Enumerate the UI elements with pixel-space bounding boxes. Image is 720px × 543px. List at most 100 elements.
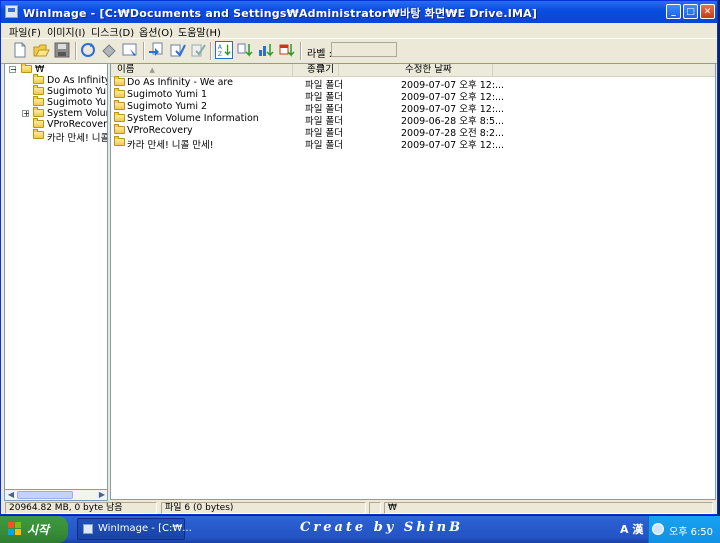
- extract-icon[interactable]: [147, 41, 165, 59]
- windows-logo-icon: [8, 522, 22, 536]
- scroll-left-icon[interactable]: ◀: [6, 490, 16, 500]
- menu-disk[interactable]: 디스크(D): [91, 24, 134, 39]
- svg-text:A: A: [218, 44, 223, 51]
- toolbar-separator: [300, 42, 302, 60]
- ime-indicator[interactable]: A 漢: [620, 521, 643, 537]
- tree-item-label: Do As Infinity - We are: [47, 75, 108, 86]
- system-tray: 오후 6:50: [648, 516, 720, 543]
- collapse-icon[interactable]: −: [9, 66, 17, 74]
- folder-tree[interactable]: − ₩ Do As Infinity - We are Sugimoto Yum…: [4, 63, 108, 500]
- window-title: WinImage - [C:₩Documents and Settings₩Ad…: [23, 7, 538, 20]
- save-icon[interactable]: [53, 41, 71, 59]
- folder-icon: [33, 107, 44, 117]
- winimage-window: WinImage - [C:₩Documents and Settings₩Ad…: [0, 0, 718, 515]
- row-name: Sugimoto Yumi 1: [127, 89, 208, 100]
- tree-item[interactable]: Do As Infinity - We are: [5, 74, 108, 86]
- properties-icon[interactable]: [121, 41, 139, 59]
- row-date: 2009-07-07 오후 12:...: [401, 140, 505, 151]
- tree-root[interactable]: − ₩: [5, 64, 105, 75]
- row-name: Do As Infinity - We are: [127, 77, 233, 88]
- undo-icon[interactable]: [100, 41, 118, 59]
- sort-name-icon[interactable]: AZ: [215, 41, 233, 59]
- start-button[interactable]: 시작: [0, 516, 68, 543]
- scroll-thumb[interactable]: [17, 491, 73, 499]
- tree-item-label: Sugimoto Yumi 2: [47, 97, 107, 108]
- folder-icon: [21, 64, 32, 73]
- tree-item-label: VProRecovery: [47, 119, 108, 130]
- menu-file[interactable]: 파일(F): [9, 24, 41, 39]
- table-row[interactable]: Sugimoto Yumi 1 파일 폴더 2009-07-07 오후 12:.…: [111, 88, 715, 103]
- folder-icon: [33, 96, 44, 106]
- scroll-right-icon[interactable]: ▶: [97, 490, 107, 500]
- task-label: WinImage - [C:₩...: [98, 523, 192, 534]
- tree-item[interactable]: + System Volume Information: [5, 107, 107, 119]
- folder-icon: [33, 85, 44, 95]
- minimize-button[interactable]: _: [666, 4, 681, 19]
- open-icon[interactable]: [32, 41, 50, 59]
- sort-size-icon[interactable]: [257, 41, 275, 59]
- close-button[interactable]: ✕: [700, 4, 715, 19]
- status-file-count: 파일 6 (0 bytes): [161, 502, 366, 514]
- title-bar[interactable]: WinImage - [C:₩Documents and Settings₩Ad…: [1, 1, 717, 23]
- file-list[interactable]: 이름 ▲ 크기 종류 수정한 날짜 Do As Infinity - We ar…: [110, 63, 716, 500]
- tree-item-label: 카라 만세! 니콜 만세!: [47, 133, 108, 144]
- inject-icon[interactable]: [168, 41, 186, 59]
- folder-icon: [33, 129, 44, 139]
- check-icon[interactable]: [189, 41, 207, 59]
- rotate-icon[interactable]: [79, 41, 97, 59]
- tree-item[interactable]: Sugimoto Yumi 2: [5, 96, 107, 108]
- status-free-space: 20964.82 MB, 0 byte 남음: [5, 502, 157, 514]
- brand-text: Create by ShinB: [300, 520, 464, 535]
- status-bar: 20964.82 MB, 0 byte 남음 파일 6 (0 bytes) ₩: [1, 501, 717, 514]
- tree-item-label: System Volume Information: [47, 108, 107, 119]
- taskbar: 시작 WinImage - [C:₩... Create by ShinB A …: [0, 516, 720, 543]
- folder-icon: [114, 124, 125, 134]
- sort-ascending-icon: ▲: [149, 66, 155, 74]
- status-divider: [369, 502, 381, 514]
- column-type[interactable]: 종류: [301, 64, 395, 76]
- tree-horizontal-scrollbar[interactable]: ◀ ▶: [4, 489, 108, 501]
- status-path: ₩: [384, 502, 713, 514]
- tree-item-label: Sugimoto Yumi 1: [47, 86, 107, 97]
- volume-label-input[interactable]: [331, 42, 397, 57]
- table-row[interactable]: VProRecovery 파일 폴더 2009-07-28 오전 8:2...: [111, 124, 715, 139]
- menu-image[interactable]: 이미지(I): [47, 24, 85, 39]
- new-icon[interactable]: [11, 41, 29, 59]
- column-date[interactable]: 수정한 날짜: [395, 64, 493, 76]
- expand-icon[interactable]: +: [22, 110, 30, 118]
- toolbar: AZ 라벨 :: [1, 38, 717, 64]
- menu-bar: 파일(F) 이미지(I) 디스크(D) 옵션(O) 도움말(H): [1, 23, 717, 39]
- row-name: 카라 만세! 니콜 만세!: [127, 140, 214, 151]
- taskbar-task-winimage[interactable]: WinImage - [C:₩...: [77, 518, 192, 540]
- sort-ext-icon[interactable]: [236, 41, 254, 59]
- menu-help[interactable]: 도움말(H): [178, 24, 221, 39]
- folder-icon: [114, 88, 125, 98]
- app-icon: [83, 524, 93, 534]
- column-name[interactable]: 이름 ▲: [111, 64, 293, 76]
- toolbar-separator: [143, 42, 145, 60]
- tray-icon[interactable]: [652, 523, 664, 535]
- folder-icon: [33, 74, 44, 84]
- folder-icon: [114, 112, 125, 122]
- table-row[interactable]: System Volume Information 파일 폴더 2009-06-…: [111, 112, 715, 127]
- row-name: System Volume Information: [127, 113, 259, 124]
- table-row[interactable]: 카라 만세! 니콜 만세! 파일 폴더 2009-07-07 오후 12:...: [111, 136, 715, 151]
- column-header: 이름 ▲ 크기 종류 수정한 날짜: [111, 64, 715, 77]
- sort-date-icon[interactable]: [278, 41, 296, 59]
- column-name-label: 이름: [117, 64, 135, 75]
- folder-icon: [114, 136, 125, 146]
- menu-options[interactable]: 옵션(O): [139, 24, 173, 39]
- clock[interactable]: 오후 6:50: [669, 523, 713, 538]
- tree-item[interactable]: VProRecovery: [5, 118, 108, 130]
- folder-icon: [114, 100, 125, 110]
- tree-item[interactable]: Sugimoto Yumi 1: [5, 85, 107, 97]
- table-row[interactable]: Sugimoto Yumi 2 파일 폴더 2009-07-07 오후 12:.…: [111, 100, 715, 115]
- row-name: VProRecovery: [127, 125, 193, 136]
- table-row[interactable]: Do As Infinity - We are 파일 폴더 2009-07-07…: [111, 76, 715, 91]
- app-icon[interactable]: [5, 5, 18, 18]
- tree-item[interactable]: 카라 만세! 니콜 만세!: [5, 129, 108, 144]
- folder-icon: [33, 118, 44, 128]
- maximize-button[interactable]: □: [683, 4, 698, 19]
- start-label: 시작: [27, 523, 50, 537]
- toolbar-separator: [210, 42, 212, 60]
